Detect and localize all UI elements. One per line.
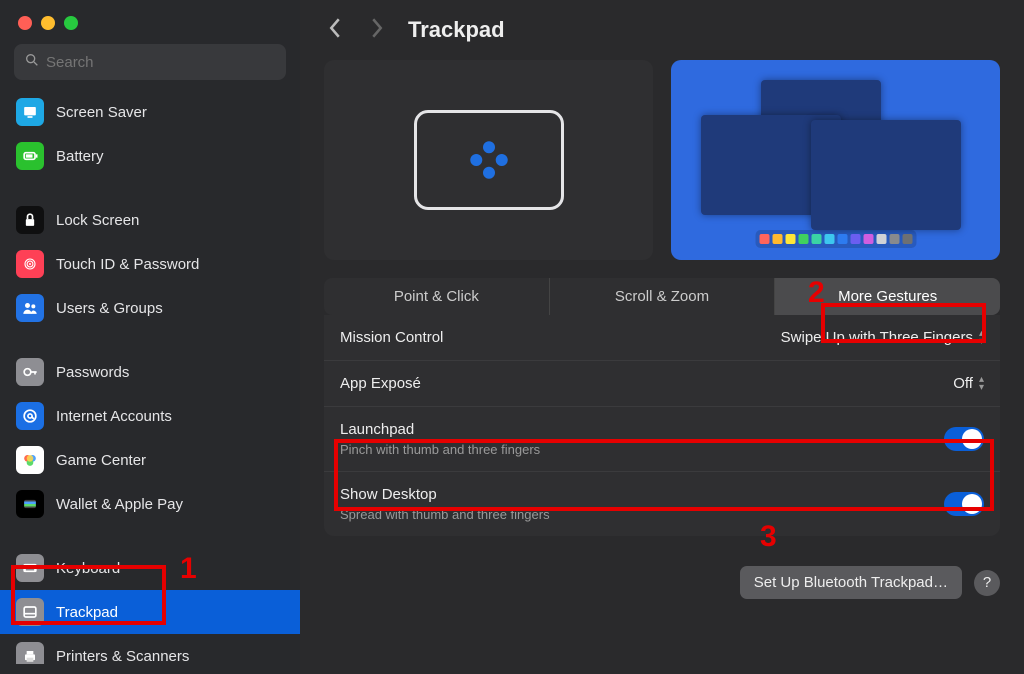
setting-title: Show Desktop: [340, 486, 550, 503]
dock-app-icon: [837, 234, 847, 244]
sidebar-item-screen-saver[interactable]: Screen Saver: [0, 90, 300, 134]
search-icon: [24, 52, 46, 72]
gamecenter-icon: [16, 446, 44, 474]
toggle-switch[interactable]: [944, 427, 984, 451]
setting-value[interactable]: Off ▴▾: [953, 375, 984, 392]
keyboard-icon: [16, 554, 44, 582]
screensaver-icon: [16, 98, 44, 126]
sidebar-item-passwords[interactable]: Passwords: [0, 350, 300, 394]
setting-show-desktop[interactable]: Show Desktop Spread with thumb and three…: [324, 472, 1000, 536]
dock-app-icon: [798, 234, 808, 244]
sidebar-item-battery[interactable]: Battery: [0, 134, 300, 178]
tab-scroll-zoom[interactable]: Scroll & Zoom: [550, 278, 776, 315]
sidebar-item-label: Passwords: [56, 364, 129, 381]
back-button[interactable]: [324, 14, 346, 46]
sidebar-item-label: Screen Saver: [56, 104, 147, 121]
setting-launchpad[interactable]: Launchpad Pinch with thumb and three fin…: [324, 407, 1000, 472]
sidebar-list: Screen Saver Battery Lock Screen Touch ID &…: [0, 90, 300, 664]
dock-app-icon: [759, 234, 769, 244]
sidebar-item-label: Lock Screen: [56, 212, 139, 229]
sidebar-item-label: Game Center: [56, 452, 146, 469]
setting-title: Mission Control: [340, 329, 443, 346]
trackpad-preview: [324, 60, 653, 260]
chevron-updown-icon: ▴▾: [979, 330, 984, 346]
sidebar-item-label: Internet Accounts: [56, 408, 172, 425]
page-title: Trackpad: [408, 17, 505, 43]
at-icon: [16, 402, 44, 430]
sidebar: Screen Saver Battery Lock Screen Touch ID &…: [0, 0, 300, 674]
header: Trackpad: [300, 0, 1024, 60]
sidebar-item-touch-id-password[interactable]: Touch ID & Password: [0, 242, 300, 286]
tab-bar: Point & ClickScroll & ZoomMore Gestures: [324, 278, 1000, 315]
tab-more-gestures[interactable]: More Gestures: [775, 278, 1000, 315]
setting-sub: Spread with thumb and three fingers: [340, 507, 550, 522]
search-input[interactable]: [46, 54, 276, 71]
preview-row: [324, 60, 1000, 260]
printer-icon: [16, 642, 44, 664]
search-field[interactable]: [14, 44, 286, 80]
minimize-button[interactable]: [41, 16, 55, 30]
sidebar-item-users-groups[interactable]: Users & Groups: [0, 286, 300, 330]
dock-app-icon: [785, 234, 795, 244]
dock-app-icon: [824, 234, 834, 244]
sidebar-item-label: Keyboard: [56, 560, 120, 577]
lock-icon: [16, 206, 44, 234]
dock-app-icon: [889, 234, 899, 244]
dock-app-icon: [863, 234, 873, 244]
maximize-button[interactable]: [64, 16, 78, 30]
setting-value[interactable]: Swipe Up with Three Fingers ▴▾: [781, 329, 984, 346]
window-controls: [0, 10, 300, 44]
forward-button[interactable]: [366, 14, 388, 46]
dock-app-icon: [902, 234, 912, 244]
sidebar-item-keyboard[interactable]: Keyboard: [0, 546, 300, 590]
sidebar-item-label: Trackpad: [56, 604, 118, 621]
dock-app-icon: [850, 234, 860, 244]
footer: Set Up Bluetooth Trackpad… ?: [324, 566, 1000, 599]
content: Point & ClickScroll & ZoomMore Gestures …: [300, 60, 1024, 674]
users-icon: [16, 294, 44, 322]
sidebar-item-wallet-apple-pay[interactable]: Wallet & Apple Pay: [0, 482, 300, 526]
key-icon: [16, 358, 44, 386]
dock-preview: [755, 230, 916, 248]
close-button[interactable]: [18, 16, 32, 30]
sidebar-item-game-center[interactable]: Game Center: [0, 438, 300, 482]
sidebar-item-label: Battery: [56, 148, 104, 165]
dock-app-icon: [811, 234, 821, 244]
wallet-icon: [16, 490, 44, 518]
sidebar-item-label: Wallet & Apple Pay: [56, 496, 183, 513]
dock-app-icon: [772, 234, 782, 244]
sidebar-item-internet-accounts[interactable]: Internet Accounts: [0, 394, 300, 438]
sidebar-item-label: Users & Groups: [56, 300, 163, 317]
setting-title: Launchpad: [340, 421, 540, 438]
main-pane: Trackpad Point & ClickScroll & ZoomMore …: [300, 0, 1024, 674]
chevron-updown-icon: ▴▾: [979, 376, 984, 392]
sidebar-item-lock-screen[interactable]: Lock Screen: [0, 198, 300, 242]
help-button[interactable]: ?: [974, 570, 1000, 596]
setting-title: App Exposé: [340, 375, 421, 392]
tab-point-click[interactable]: Point & Click: [324, 278, 550, 315]
dock-app-icon: [876, 234, 886, 244]
setting-sub: Pinch with thumb and three fingers: [340, 442, 540, 457]
desktop-preview: [671, 60, 1000, 260]
fingerprint-icon: [16, 250, 44, 278]
trackpad-icon: [414, 110, 564, 210]
trackpad-icon: [16, 598, 44, 626]
battery-icon: [16, 142, 44, 170]
toggle-switch[interactable]: [944, 492, 984, 516]
sidebar-item-trackpad[interactable]: Trackpad: [0, 590, 300, 634]
setting-mission-control[interactable]: Mission Control Swipe Up with Three Fing…: [324, 315, 1000, 361]
sidebar-item-label: Touch ID & Password: [56, 256, 199, 273]
setting-app-expose[interactable]: App Exposé Off ▴▾: [324, 361, 1000, 407]
settings-list: Mission Control Swipe Up with Three Fing…: [324, 315, 1000, 536]
setup-bluetooth-button[interactable]: Set Up Bluetooth Trackpad…: [740, 566, 962, 599]
sidebar-item-label: Printers & Scanners: [56, 648, 189, 665]
sidebar-item-printers-scanners[interactable]: Printers & Scanners: [0, 634, 300, 664]
